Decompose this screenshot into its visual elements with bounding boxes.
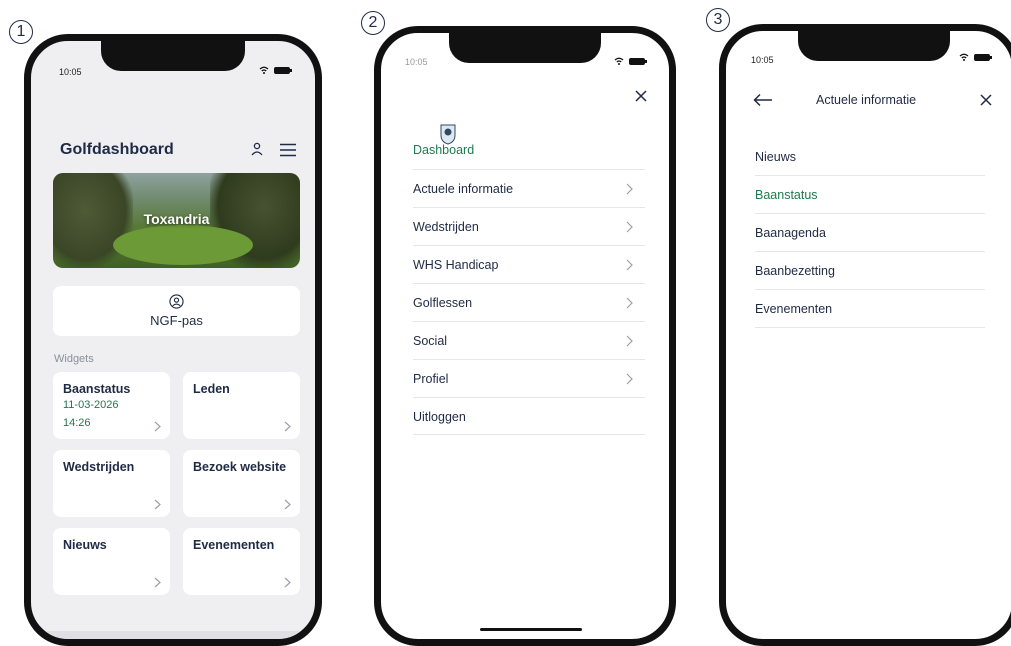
phone-screen-menu: 10:05 Dashboard Actuele informatie Wedst… [374, 26, 676, 646]
status-time: 10:05 [405, 57, 428, 67]
chevron-right-icon [284, 499, 291, 510]
battery-icon [974, 53, 992, 61]
widget-title: Evenementen [193, 538, 275, 552]
status-icons [614, 57, 647, 65]
chevron-right-icon [626, 373, 633, 385]
battery-icon [629, 57, 647, 65]
menu-item-whs-handicap[interactable]: WHS Handicap [413, 245, 645, 283]
back-arrow-icon[interactable] [753, 93, 773, 107]
bottom-strip [31, 631, 315, 639]
list-item-label: Baanagenda [755, 226, 826, 240]
chevron-right-icon [284, 421, 291, 432]
chevron-right-icon [626, 221, 633, 233]
step-badge-2: 2 [361, 11, 385, 35]
wifi-icon [614, 57, 624, 65]
menu-item-wedstrijden[interactable]: Wedstrijden [413, 207, 645, 245]
list-item-label: Baanstatus [755, 188, 818, 202]
battery-icon [274, 66, 292, 74]
widgets-section-label: Widgets [54, 353, 94, 365]
chevron-right-icon [626, 297, 633, 309]
menu-item-label: WHS Handicap [413, 258, 499, 272]
widget-title: Bezoek website [193, 460, 287, 474]
widget-bezoek-website[interactable]: Bezoek website [183, 450, 300, 517]
list-item-baanbezetting[interactable]: Baanbezetting [755, 252, 985, 290]
menu-item-uitloggen[interactable]: Uitloggen [413, 397, 645, 435]
widget-baanstatus[interactable]: Baanstatus 11-03-2026 14:26 [53, 372, 170, 439]
list-item-label: Nieuws [755, 150, 796, 164]
phone-notch [798, 31, 950, 61]
course-hero-image[interactable]: Toxandria [53, 173, 300, 268]
widget-date: 11-03-2026 [63, 399, 119, 411]
course-name: Toxandria [143, 211, 210, 227]
wifi-icon [959, 53, 969, 61]
club-logo-icon [440, 124, 456, 145]
phone-notch [449, 33, 601, 63]
list-item-label: Baanbezetting [755, 264, 835, 278]
close-icon[interactable] [634, 89, 648, 103]
widget-title: Leden [193, 382, 230, 396]
id-card-icon [169, 294, 184, 309]
menu-item-dashboard[interactable]: Dashboard [413, 143, 474, 157]
wifi-icon [259, 66, 269, 74]
menu-item-label: Uitloggen [413, 410, 466, 424]
menu-item-label: Wedstrijden [413, 220, 479, 234]
status-time: 10:05 [751, 55, 774, 65]
page-title: Actuele informatie [816, 93, 917, 107]
chevron-right-icon [626, 335, 633, 347]
status-icons [959, 53, 992, 61]
close-icon[interactable] [980, 94, 992, 106]
chevron-right-icon [154, 577, 161, 588]
menu-item-social[interactable]: Social [413, 321, 645, 359]
menu-item-profiel[interactable]: Profiel [413, 359, 645, 397]
chevron-right-icon [154, 421, 161, 432]
list-item-baanagenda[interactable]: Baanagenda [755, 214, 985, 252]
widget-title: Wedstrijden [63, 460, 135, 474]
status-time: 10:05 [59, 67, 82, 77]
widget-leden[interactable]: Leden [183, 372, 300, 439]
widget-title: Nieuws [63, 538, 107, 552]
menu-icon[interactable] [279, 143, 297, 157]
widget-time: 14:26 [63, 417, 91, 429]
widget-nieuws[interactable]: Nieuws [53, 528, 170, 595]
home-indicator [480, 628, 582, 631]
ngf-pass-button[interactable]: NGF-pas [53, 286, 300, 336]
menu-item-label: Golflessen [413, 296, 473, 310]
step-badge-1: 1 [9, 20, 33, 44]
ngf-pass-label: NGF-pas [150, 313, 203, 328]
chevron-right-icon [284, 577, 291, 588]
step-badge-3: 3 [706, 8, 730, 32]
menu-item-label: Profiel [413, 372, 449, 386]
list-item-label: Evenementen [755, 302, 833, 316]
phone-screen-dashboard: 10:05 Golfdashboard Toxandria NGF-pas Wi… [24, 34, 322, 646]
menu-item-label: Actuele informatie [413, 182, 514, 196]
list-item-nieuws[interactable]: Nieuws [755, 138, 985, 176]
page-title: Golfdashboard [60, 141, 174, 158]
chevron-right-icon [626, 183, 633, 195]
widget-title: Baanstatus [63, 382, 131, 396]
list-item-evenementen[interactable]: Evenementen [755, 290, 985, 328]
menu-item-label: Social [413, 334, 448, 348]
menu-item-golflessen[interactable]: Golflessen [413, 283, 645, 321]
widget-wedstrijden[interactable]: Wedstrijden [53, 450, 170, 517]
hero-green [113, 225, 253, 265]
phone-screen-actuele-informatie: 10:05 Actuele informatie Nieuws Baanstat… [719, 24, 1011, 646]
chevron-right-icon [626, 259, 633, 271]
user-icon[interactable] [250, 141, 264, 157]
list-item-baanstatus[interactable]: Baanstatus [755, 176, 985, 214]
widget-evenementen[interactable]: Evenementen [183, 528, 300, 595]
status-icons [259, 66, 292, 74]
chevron-right-icon [154, 499, 161, 510]
menu-item-actuele-informatie[interactable]: Actuele informatie [413, 169, 645, 207]
phone-notch [101, 41, 245, 71]
